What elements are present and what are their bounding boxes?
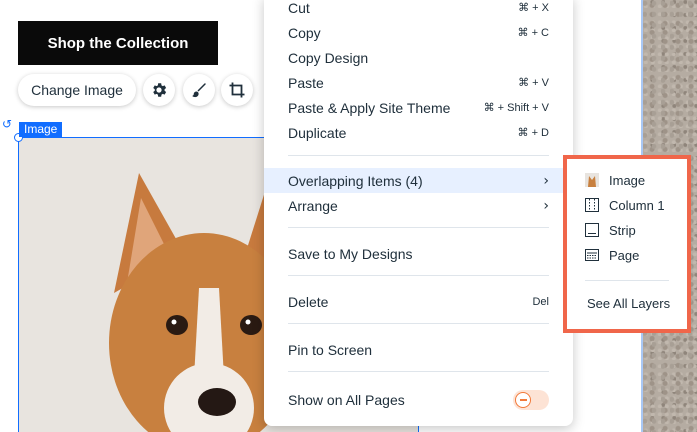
rotate-handle-icon[interactable]: ↺ [0, 117, 14, 131]
menu-item-label: Overlapping Items (4) [288, 172, 423, 189]
column-icon [585, 198, 599, 212]
settings-button[interactable] [143, 74, 175, 106]
design-button[interactable] [183, 74, 215, 106]
overlapping-items-submenu: Image Column 1 Strip Page See All Layers [567, 159, 687, 329]
shop-collection-button[interactable]: Shop the Collection [18, 21, 218, 65]
selected-element-label: Image [19, 122, 63, 137]
menu-item-shortcut: ⌘ + C [517, 27, 549, 39]
menu-item-shortcut: ⌘ + Shift + V [483, 102, 549, 114]
toggle-off-icon [519, 398, 527, 401]
menu-item-paste[interactable]: Paste ⌘ + V [264, 70, 573, 95]
submenu-item-image[interactable]: Image [567, 169, 687, 191]
menu-item-copy[interactable]: Copy ⌘ + C [264, 20, 573, 45]
menu-item-shortcut: ⌘ + D [517, 127, 549, 139]
menu-item-arrange[interactable]: Arrange › [264, 193, 573, 218]
show-on-all-pages-toggle[interactable] [513, 389, 549, 410]
submenu-item-label: Page [609, 247, 640, 263]
submenu-item-label: Image [609, 172, 646, 188]
image-thumbnail-icon [585, 173, 599, 187]
menu-item-label: Pin to Screen [288, 341, 373, 358]
menu-item-label: Duplicate [288, 124, 347, 141]
menu-divider [288, 155, 549, 156]
menu-item-label: Copy [288, 24, 321, 41]
crop-button[interactable] [221, 74, 253, 106]
menu-item-delete[interactable]: Delete Del [264, 289, 573, 314]
menu-divider [288, 371, 549, 372]
page-icon [585, 248, 599, 262]
menu-item-show-on-all-pages[interactable]: Show on All Pages [264, 387, 573, 412]
submenu-item-column-1[interactable]: Column 1 [567, 194, 687, 216]
menu-item-paste-apply-theme[interactable]: Paste & Apply Site Theme ⌘ + Shift + V [264, 95, 573, 120]
see-all-layers-link[interactable]: See All Layers [587, 296, 670, 311]
strip-icon [585, 223, 599, 237]
menu-item-shortcut: Del [532, 295, 549, 308]
submenu-item-strip[interactable]: Strip [567, 219, 687, 241]
chevron-right-icon: › [543, 172, 549, 189]
menu-item-shortcut: ⌘ + V [518, 77, 549, 89]
crop-icon [229, 82, 245, 98]
menu-item-label: Paste & Apply Site Theme [288, 99, 451, 116]
menu-item-shortcut: ⌘ + X [518, 2, 549, 14]
gear-icon [153, 83, 167, 97]
menu-divider [288, 275, 549, 276]
menu-item-label: Save to My Designs [288, 245, 413, 262]
submenu-item-page[interactable]: Page [567, 244, 687, 266]
menu-item-overlapping-items[interactable]: Overlapping Items (4) › [264, 168, 573, 193]
submenu-item-label: Column 1 [609, 197, 665, 213]
menu-item-label: Show on All Pages [288, 391, 405, 408]
menu-item-pin-to-screen[interactable]: Pin to Screen [264, 337, 573, 362]
toggle-knob [515, 391, 531, 408]
menu-item-label: Copy Design [288, 49, 369, 66]
menu-item-label: Paste [288, 74, 324, 91]
menu-item-label: Cut [288, 0, 310, 16]
menu-divider [288, 323, 549, 324]
submenu-item-label: Strip [609, 222, 636, 238]
chevron-right-icon: › [543, 197, 549, 214]
menu-item-copy-design[interactable]: Copy Design [264, 45, 573, 70]
menu-item-label: Arrange [288, 197, 338, 214]
submenu-divider [585, 280, 669, 281]
menu-item-label: Delete [288, 293, 329, 310]
menu-divider [288, 227, 549, 228]
brush-icon [192, 83, 206, 98]
menu-item-save-to-my-designs[interactable]: Save to My Designs [264, 241, 573, 266]
menu-item-duplicate[interactable]: Duplicate ⌘ + D [264, 120, 573, 145]
change-image-button[interactable]: Change Image [18, 74, 136, 106]
menu-item-cut[interactable]: Cut ⌘ + X [264, 0, 573, 20]
context-menu: Cut ⌘ + X Copy ⌘ + C Copy Design Paste ⌘… [264, 0, 573, 426]
